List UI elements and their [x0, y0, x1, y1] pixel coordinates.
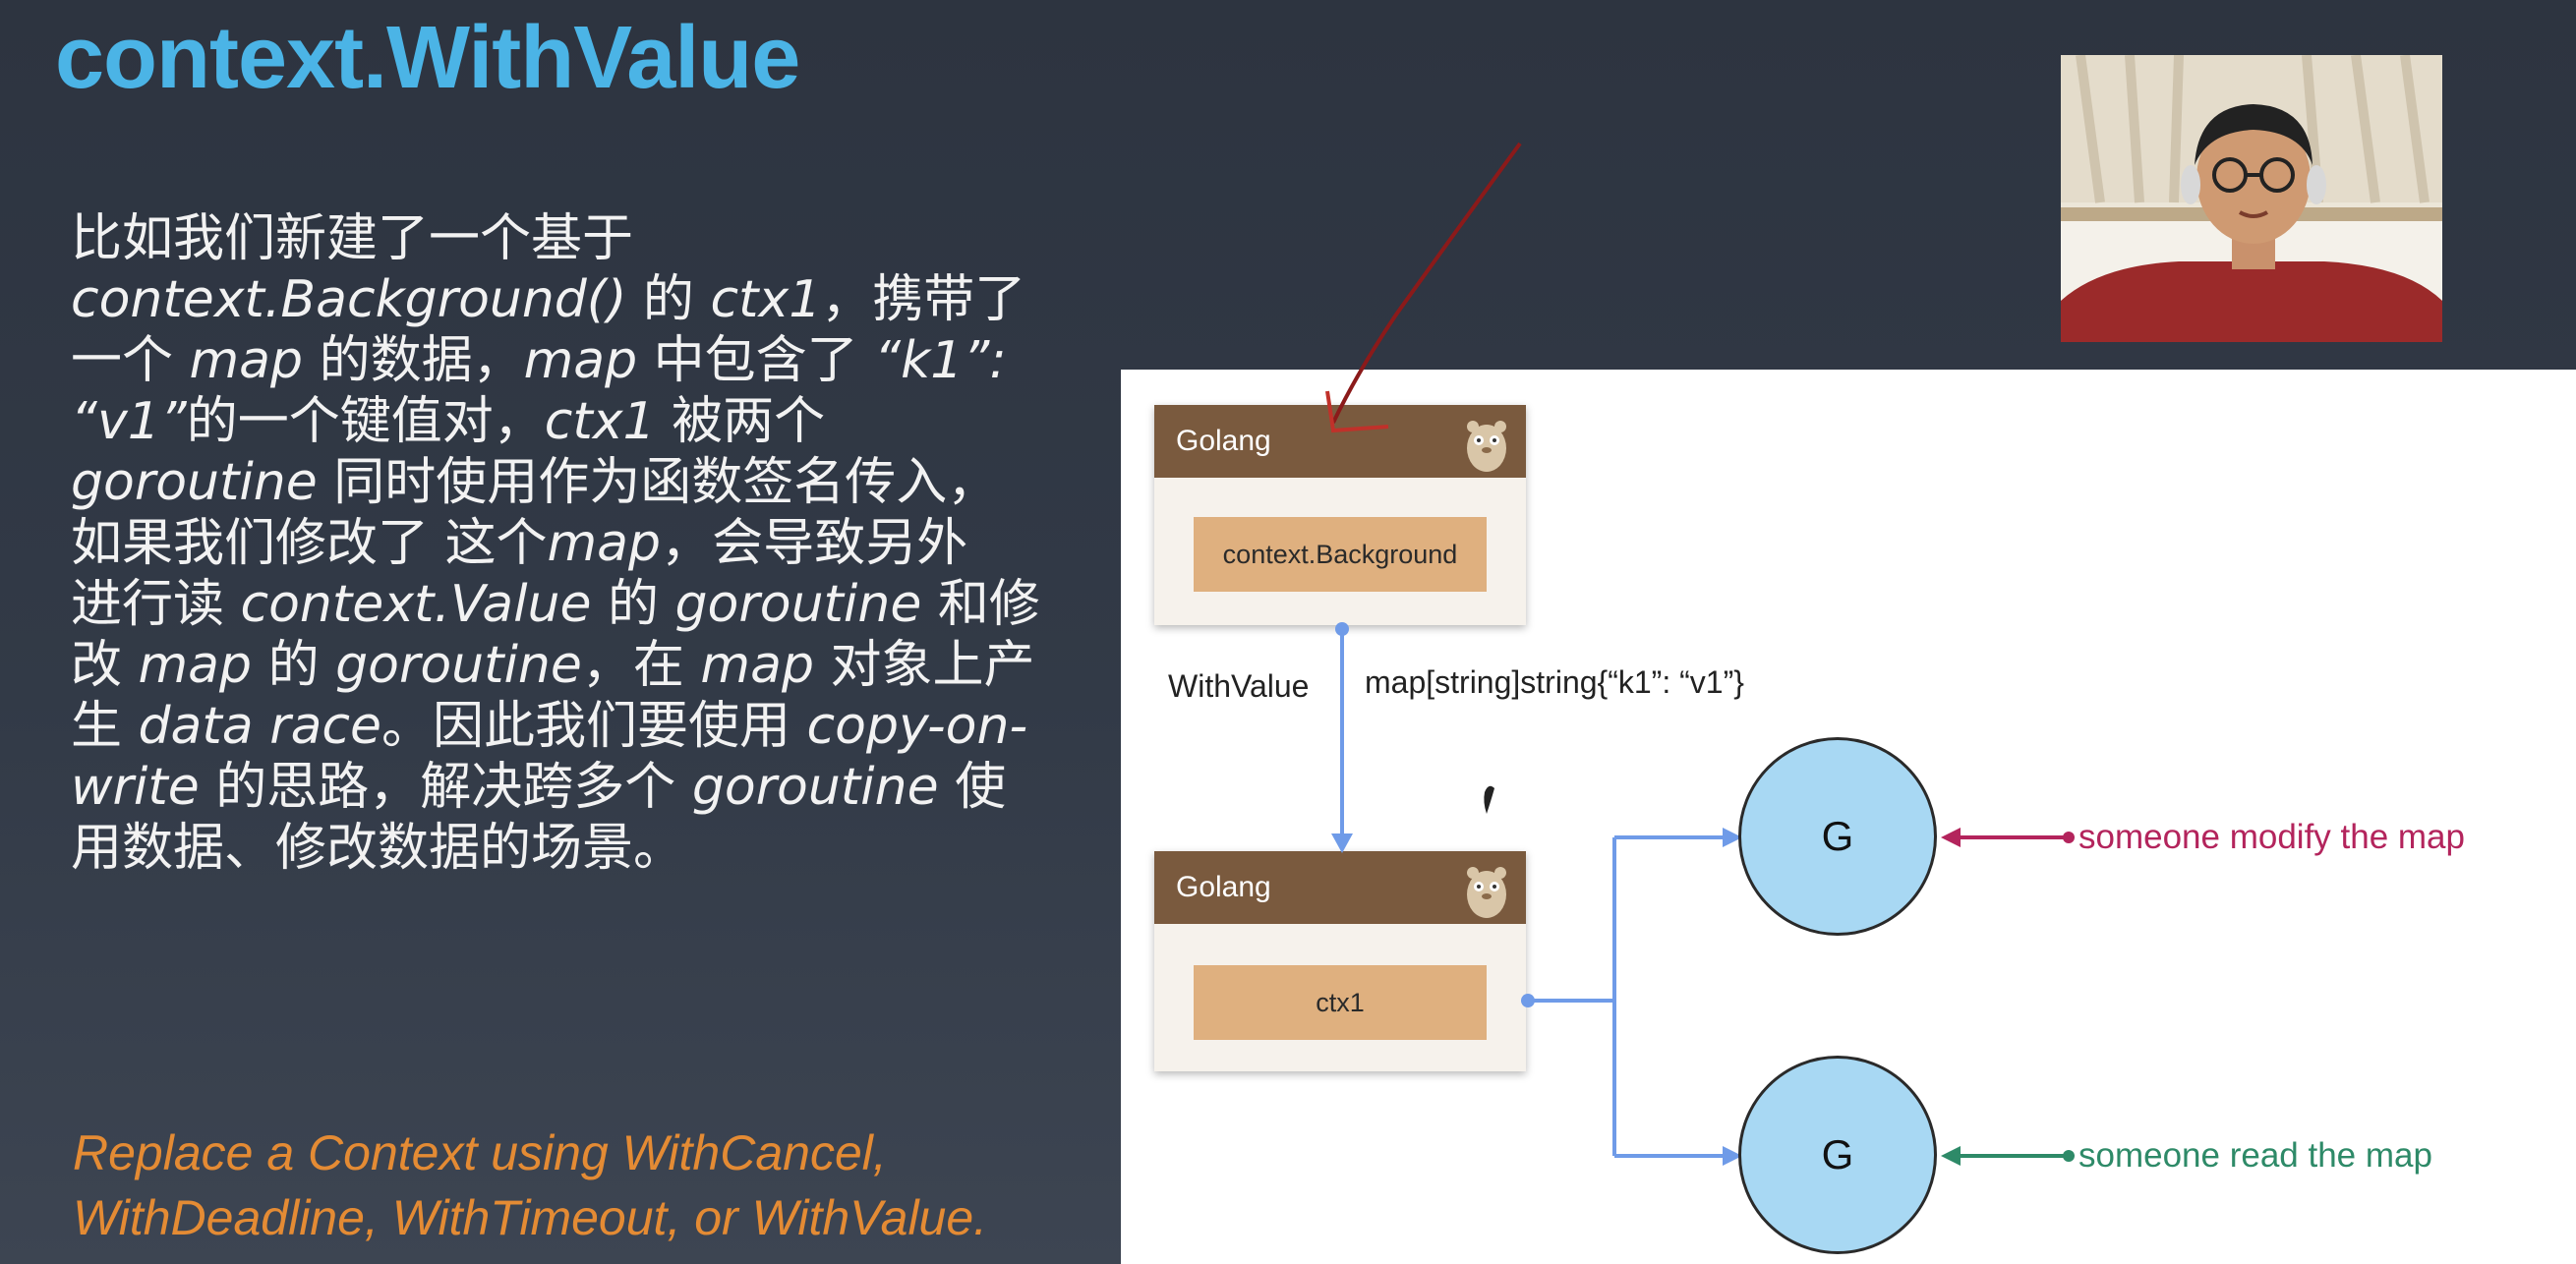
goroutine-circle-read: G — [1738, 1056, 1937, 1254]
body-line: write 的思路，解决跨多个 goroutine 使 — [71, 757, 1113, 818]
footnote-line: WithDeadline, WithTimeout, or WithValue. — [73, 1190, 988, 1245]
body-segment: 的 — [252, 636, 336, 695]
body-term: write — [71, 758, 200, 817]
body-term: context.Background() — [71, 270, 627, 329]
body-segment: 改 — [71, 636, 139, 695]
body-line: 一个 map 的数据，map 中包含了 “k1”: — [71, 330, 1113, 391]
goroutine-circle-modify: G — [1738, 737, 1937, 936]
ctx1-fanout-connector — [1521, 828, 1742, 1166]
body-line: “v1”的一个键值对，ctx1 被两个 — [71, 391, 1113, 452]
body-segment: 如果我们修改了 这个 — [71, 514, 548, 573]
body-segment: 生 — [71, 697, 139, 756]
body-term: data race — [138, 697, 382, 756]
withvalue-label: WithValue — [1168, 668, 1310, 704]
body-segment: 比如我们新建了一个基于 — [71, 209, 634, 268]
body-segment: 和修 — [921, 575, 1040, 634]
body-term: goroutine — [71, 453, 318, 512]
read-note: someone read the map — [2078, 1136, 2432, 1175]
body-term: copy-on- — [806, 697, 1028, 756]
map-value-label: map[string]string{“k1”: “v1”} — [1365, 664, 1744, 700]
modify-note: someone modify the map — [2078, 818, 2465, 856]
body-term: map — [547, 514, 662, 573]
body-line: context.Background() 的 ctx1，携带了 — [71, 269, 1113, 330]
slide-title: context.WithValue — [55, 9, 800, 107]
body-line: 生 data race。因此我们要使用 copy-on- — [71, 696, 1113, 757]
body-segment: ，会导致另外 — [661, 514, 968, 573]
body-segment: 一个 — [71, 331, 190, 390]
body-line: goroutine 同时使用作为函数签名传入， — [71, 452, 1113, 513]
presenter-webcam — [2061, 55, 2442, 342]
body-segment: 。因此我们要使用 — [381, 697, 807, 756]
body-line: 比如我们新建了一个基于 — [71, 208, 1113, 269]
diagram-panel: Golang context.Background Golang ctx1 Wi… — [1121, 370, 2576, 1264]
body-segment: 被两个 — [655, 392, 826, 451]
body-segment: 中包含了 — [637, 331, 875, 390]
body-term: goroutine — [335, 636, 582, 695]
body-segment: 进行读 — [71, 575, 241, 634]
body-segment: ，携带了 — [821, 270, 1026, 329]
body-term: map — [189, 331, 304, 390]
read-arrow — [1941, 1146, 2075, 1166]
presenter-video-frame — [2061, 55, 2442, 342]
slide-footnote: Replace a Context using WithCancel, With… — [73, 1120, 1105, 1250]
body-term: “k1”: — [874, 331, 1007, 390]
body-line: 用数据、修改数据的场景。 — [71, 818, 1113, 879]
body-term: map — [523, 331, 638, 390]
body-term: ctx1 — [544, 392, 656, 451]
body-segment: 对象上产 — [813, 636, 1035, 695]
body-segment: 使 — [938, 758, 1007, 817]
body-segment: ，在 — [581, 636, 701, 695]
body-term: ctx1 — [710, 270, 822, 329]
body-segment: 同时使用作为函数签名传入， — [317, 453, 999, 512]
slide-body-text: 比如我们新建了一个基于 context.Background() 的 ctx1，携… — [71, 208, 1113, 879]
withvalue-connector — [1331, 622, 1353, 853]
footnote-line: Replace a Context using WithCancel, — [73, 1125, 887, 1180]
body-segment: 的数据， — [303, 331, 524, 390]
body-term: “v1” — [71, 392, 187, 451]
body-term: goroutine — [674, 575, 922, 634]
body-segment: 的 — [591, 575, 675, 634]
mouse-cursor-icon — [1484, 785, 1494, 814]
body-segment: 用数据、修改数据的场景。 — [71, 819, 685, 878]
modify-arrow — [1941, 828, 2075, 847]
body-segment: 的 — [626, 270, 711, 329]
body-term: goroutine — [691, 758, 939, 817]
body-line: 改 map 的 goroutine，在 map 对象上产 — [71, 635, 1113, 696]
body-term: map — [700, 636, 814, 695]
body-line: 如果我们修改了 这个map，会导致另外 — [71, 513, 1113, 574]
body-segment: 的一个键值对， — [186, 392, 545, 451]
body-term: map — [138, 636, 253, 695]
body-term: context.Value — [240, 575, 592, 634]
body-segment: 的思路，解决跨多个 — [199, 758, 692, 817]
body-line: 进行读 context.Value 的 goroutine 和修 — [71, 574, 1113, 635]
